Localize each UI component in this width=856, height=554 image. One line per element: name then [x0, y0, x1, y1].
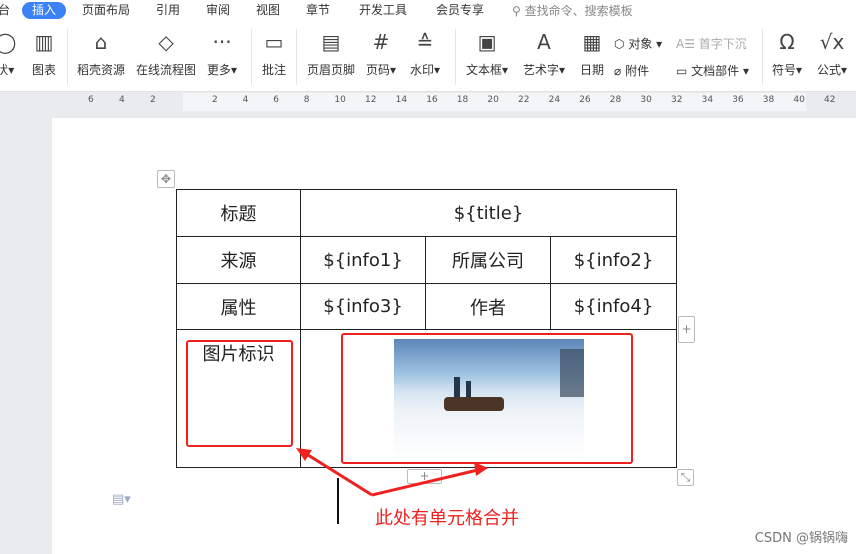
arrow-right	[371, 467, 483, 497]
annotation-arrows	[296, 448, 488, 524]
merge-annotation: 此处有单元格合并	[375, 508, 519, 529]
arrow-left	[299, 448, 373, 497]
arrowhead-right	[474, 462, 488, 476]
watermark: CSDN @锅锅嗨	[754, 531, 848, 546]
